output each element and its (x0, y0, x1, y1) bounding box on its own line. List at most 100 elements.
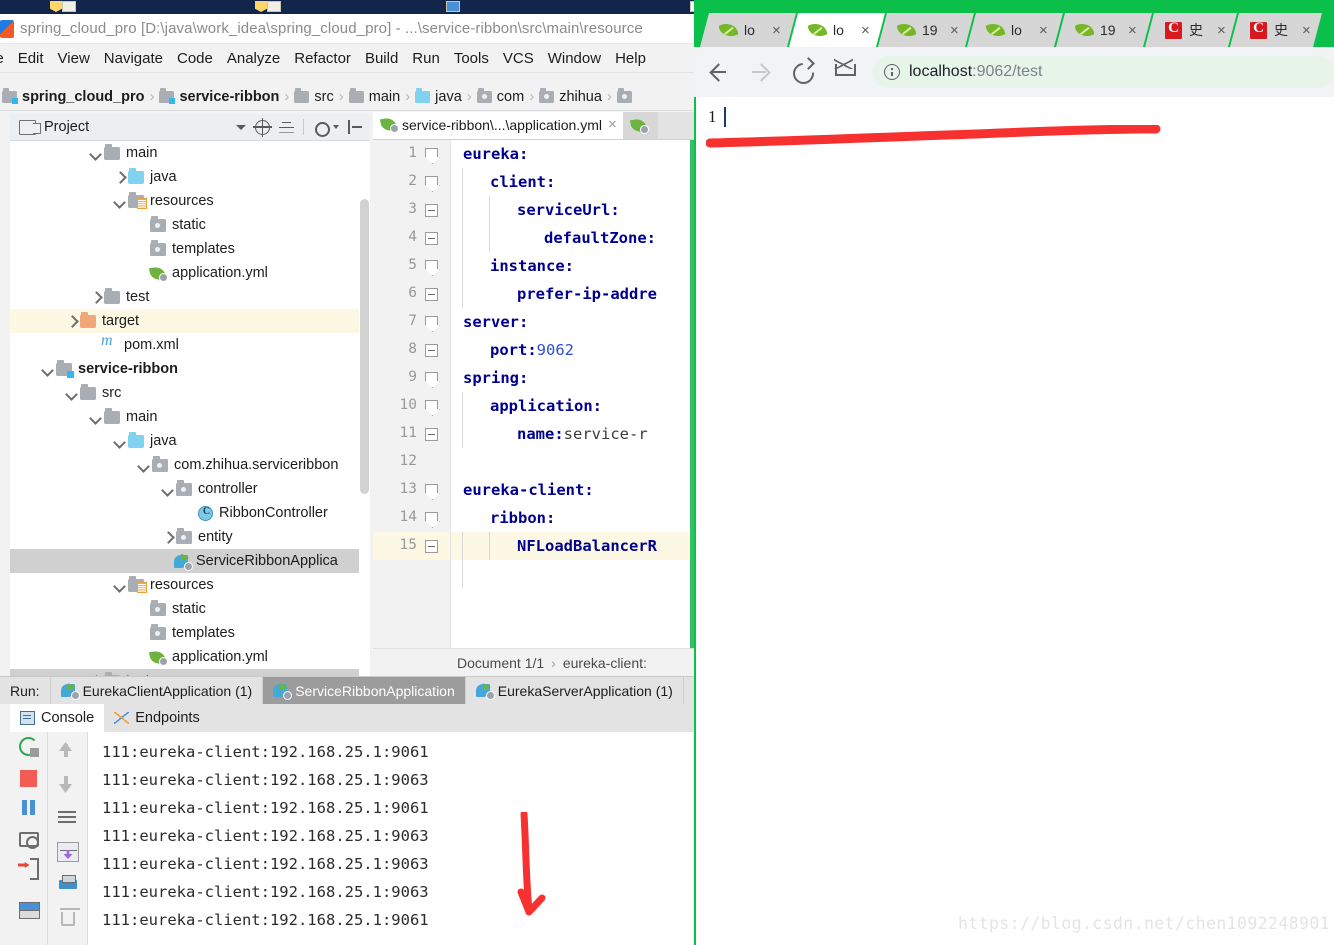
tree-item-application-yml[interactable]: application.yml (10, 645, 370, 669)
scroll-down-icon[interactable] (57, 774, 79, 796)
fold-minus-icon[interactable] (425, 204, 438, 217)
menu-run[interactable]: Run (405, 50, 447, 67)
code-editor[interactable]: 1 2 3 4 5 6 7 8 9 10 11 12 13 14 15 eureka: client: serv… (373, 140, 694, 648)
code-line[interactable]: server: (451, 308, 694, 336)
close-icon[interactable]: × (950, 22, 959, 39)
chevron-right-icon[interactable] (88, 290, 102, 304)
editor-tab-application-yml[interactable]: service-ribbon\...\application.yml × (373, 112, 623, 139)
code-line[interactable]: application: (451, 392, 694, 420)
tree-item-resources[interactable]: resources (10, 573, 370, 597)
home-icon[interactable] (826, 54, 862, 90)
close-icon[interactable]: × (772, 22, 781, 39)
tree-item-java[interactable]: java (10, 165, 370, 189)
tree-item-templates[interactable]: templates (10, 237, 370, 261)
tree-item-main[interactable]: main (10, 141, 370, 165)
stop-icon[interactable] (20, 770, 37, 787)
chevron-down-icon[interactable] (112, 434, 126, 448)
tree-item-src[interactable]: src (10, 381, 370, 405)
tree-item-static[interactable]: static (10, 213, 370, 237)
run-tab-eureka-server[interactable]: EurekaServerApplication (1) (464, 677, 683, 704)
exit-icon[interactable] (18, 857, 40, 880)
menu-edit[interactable]: Edit (11, 50, 51, 67)
fold-arrow-icon[interactable] (425, 176, 438, 185)
project-tree-scrollbar[interactable] (359, 141, 370, 682)
tree-item-com-zhihua-serviceribbon[interactable]: com.zhihua.serviceribbon (10, 453, 370, 477)
code-line[interactable]: ribbon: (451, 504, 694, 532)
close-icon[interactable]: × (1217, 22, 1226, 39)
breadcrumb-item-com[interactable]: com (476, 87, 524, 105)
close-icon[interactable]: × (861, 22, 870, 39)
chevron-right-icon[interactable] (64, 314, 78, 328)
tab-console[interactable]: Console (10, 704, 105, 732)
fold-arrow-icon[interactable] (425, 316, 438, 325)
scroll-from-source-icon[interactable] (253, 117, 272, 137)
menu-navigate[interactable]: Navigate (97, 50, 170, 67)
chrome-tab[interactable]: lo × (700, 13, 796, 47)
code-line[interactable] (451, 448, 694, 476)
clear-all-icon[interactable] (59, 908, 80, 926)
chevron-down-icon[interactable] (136, 458, 150, 472)
chevron-right-icon[interactable] (160, 530, 174, 544)
chevron-down-icon[interactable] (88, 146, 102, 160)
address-bar[interactable]: localhost:9062/test (872, 56, 1334, 88)
run-tab-service-ribbon[interactable]: ServiceRibbonApplication (262, 677, 465, 704)
code-line[interactable]: client: (451, 168, 694, 196)
info-icon[interactable] (884, 64, 900, 80)
run-tab-eureka-client[interactable]: EurekaClientApplication (1) (49, 677, 263, 704)
tree-item-controller[interactable]: controller (10, 477, 370, 501)
code-line[interactable]: prefer-ip-addre (451, 280, 694, 308)
gear-icon[interactable] (313, 120, 330, 137)
tree-item-application-yml[interactable]: application.yml (10, 261, 370, 285)
back-arrow-icon[interactable] (700, 54, 736, 90)
chevron-down-icon[interactable] (236, 124, 246, 130)
tree-item-entity[interactable]: entity (10, 525, 370, 549)
breadcrumb-item-zhihua[interactable]: zhihua (539, 87, 602, 105)
fold-minus-icon[interactable] (425, 540, 438, 553)
editor-gutter[interactable]: 1 2 3 4 5 6 7 8 9 10 11 12 13 14 15 (373, 140, 451, 648)
menu-help[interactable]: Help (608, 50, 653, 67)
menu-window[interactable]: Window (541, 50, 608, 67)
menu-refactor[interactable]: Refactor (287, 50, 358, 67)
run-tab-overflow[interactable] (682, 677, 694, 704)
camera-icon[interactable] (18, 832, 39, 849)
tree-item-serviceribbonapplica[interactable]: ServiceRibbonApplica (10, 549, 370, 573)
breadcrumb-item-project[interactable]: spring_cloud_pro (2, 87, 144, 105)
breadcrumb-item-java[interactable]: java (415, 87, 462, 105)
fold-minus-icon[interactable] (425, 428, 438, 441)
menu-tools[interactable]: Tools (447, 50, 496, 67)
chrome-tab[interactable]: 19 × (878, 13, 974, 47)
chevron-down-icon[interactable] (333, 125, 339, 129)
pause-icon[interactable] (18, 797, 40, 819)
fold-arrow-icon[interactable] (425, 484, 438, 493)
close-icon[interactable]: × (1039, 22, 1048, 39)
close-icon[interactable]: × (608, 116, 617, 133)
chevron-down-icon[interactable] (112, 578, 126, 592)
close-icon[interactable]: × (1128, 22, 1137, 39)
rerun-icon[interactable] (18, 736, 40, 758)
chrome-tab[interactable]: lo × (967, 13, 1063, 47)
tree-item-main[interactable]: main (10, 405, 370, 429)
tree-item-test[interactable]: test (10, 285, 370, 309)
chevron-down-icon[interactable] (64, 386, 78, 400)
code-line[interactable]: serviceUrl: (451, 196, 694, 224)
menu-file[interactable]: le (0, 50, 11, 67)
chevron-down-icon[interactable] (112, 194, 126, 208)
menu-build[interactable]: Build (358, 50, 405, 67)
code-line[interactable]: defaultZone: (451, 224, 694, 252)
fold-minus-icon[interactable] (425, 288, 438, 301)
breadcrumb-item-truncated[interactable] (616, 87, 637, 103)
fold-minus-icon[interactable] (425, 232, 438, 245)
fold-arrow-icon[interactable] (425, 260, 438, 269)
tree-item-resources[interactable]: resources (10, 189, 370, 213)
tree-item-static[interactable]: static (10, 597, 370, 621)
menu-code[interactable]: Code (170, 50, 220, 67)
hide-panel-icon[interactable] (348, 120, 362, 134)
reload-icon[interactable] (784, 54, 820, 90)
tree-item-target[interactable]: target (10, 309, 370, 333)
scroll-to-end-icon[interactable] (56, 842, 79, 862)
menu-view[interactable]: View (51, 50, 97, 67)
code-line[interactable]: name: service-r (451, 420, 694, 448)
code-line[interactable]: NFLoadBalancerR (451, 532, 694, 560)
layout-icon[interactable] (18, 899, 40, 921)
fold-arrow-icon[interactable] (425, 148, 438, 157)
